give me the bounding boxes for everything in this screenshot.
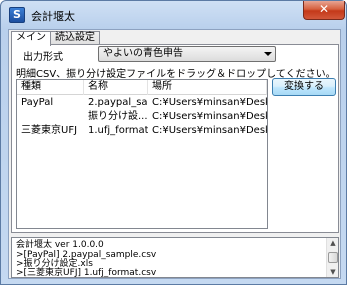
main-tab-panel: 出力形式 やよいの青色申告 明細CSV、振り分け設定ファイルをドラッグ＆ドロップ… xyxy=(11,44,339,233)
log-line: 会計堰太 ver 1.0.0.0 xyxy=(16,240,104,250)
cell-type: 三菱東京UFJ xyxy=(21,125,78,136)
cell-name: 1.ufj_format... xyxy=(88,125,148,136)
tab-main[interactable]: メイン xyxy=(11,31,51,46)
table-header: 種類 名称 場所 xyxy=(17,80,267,95)
output-format-select[interactable]: やよいの青色申告 xyxy=(98,46,276,62)
cell-name: 2.paypal_sa... xyxy=(88,97,148,108)
output-format-label: 出力形式 xyxy=(23,52,63,63)
app-icon[interactable]: S xyxy=(9,7,25,23)
convert-button[interactable]: 変換する xyxy=(272,78,336,96)
table-row[interactable]: 振り分け設... C:¥Users¥minsan¥Desk... xyxy=(17,110,267,124)
cell-type xyxy=(17,110,84,124)
cell-type: PayPal xyxy=(21,97,54,108)
output-format-value: やよいの青色申告 xyxy=(103,48,183,59)
file-list-table[interactable]: 種類 名称 場所 PayPal 2.paypal_sa... C:¥Users¥… xyxy=(16,79,268,229)
log-scrollbar[interactable]: ▲ ▼ xyxy=(326,238,338,277)
table-row[interactable]: PayPal 2.paypal_sa... C:¥Users¥minsan¥De… xyxy=(17,96,267,110)
table-row[interactable]: 三菱東京UFJ 1.ufj_format... C:¥Users¥minsan¥… xyxy=(17,124,267,138)
tab-strip: メイン 読込設定 xyxy=(11,31,100,46)
cell-location: C:¥Users¥minsan¥Desk... xyxy=(152,97,267,108)
log-output[interactable]: 会計堰太 ver 1.0.0.0 >[PayPal] 2.paypal_samp… xyxy=(11,237,339,278)
cell-name: 振り分け設... xyxy=(88,111,148,122)
title-bar[interactable]: S 会計堰太 ✕ xyxy=(1,1,346,29)
scroll-thumb[interactable] xyxy=(328,252,338,263)
window-title: 会計堰太 xyxy=(31,10,75,23)
close-button[interactable]: ✕ xyxy=(303,1,345,20)
client-area: メイン 読込設定 出力形式 やよいの青色申告 明細CSV、振り分け設定ファイルを… xyxy=(8,29,341,279)
column-header-location[interactable]: 場所 xyxy=(148,80,267,95)
app-window: S 会計堰太 ✕ メイン 読込設定 出力形式 やよいの青色申告 明細CSV、振り… xyxy=(0,0,347,285)
cell-location: C:¥Users¥minsan¥Desk... xyxy=(152,125,267,136)
chevron-down-icon xyxy=(264,52,272,56)
cell-location: C:¥Users¥minsan¥Desk... xyxy=(152,111,267,122)
log-line: >[三菱東京UFJ] 1.ufj_format.csv xyxy=(16,268,157,278)
scroll-up-icon[interactable]: ▲ xyxy=(328,238,338,248)
column-header-name[interactable]: 名称 xyxy=(84,80,148,95)
tab-load-settings[interactable]: 読込設定 xyxy=(50,31,100,45)
column-header-type[interactable]: 種類 xyxy=(17,80,84,95)
scroll-down-icon[interactable]: ▼ xyxy=(328,267,338,277)
